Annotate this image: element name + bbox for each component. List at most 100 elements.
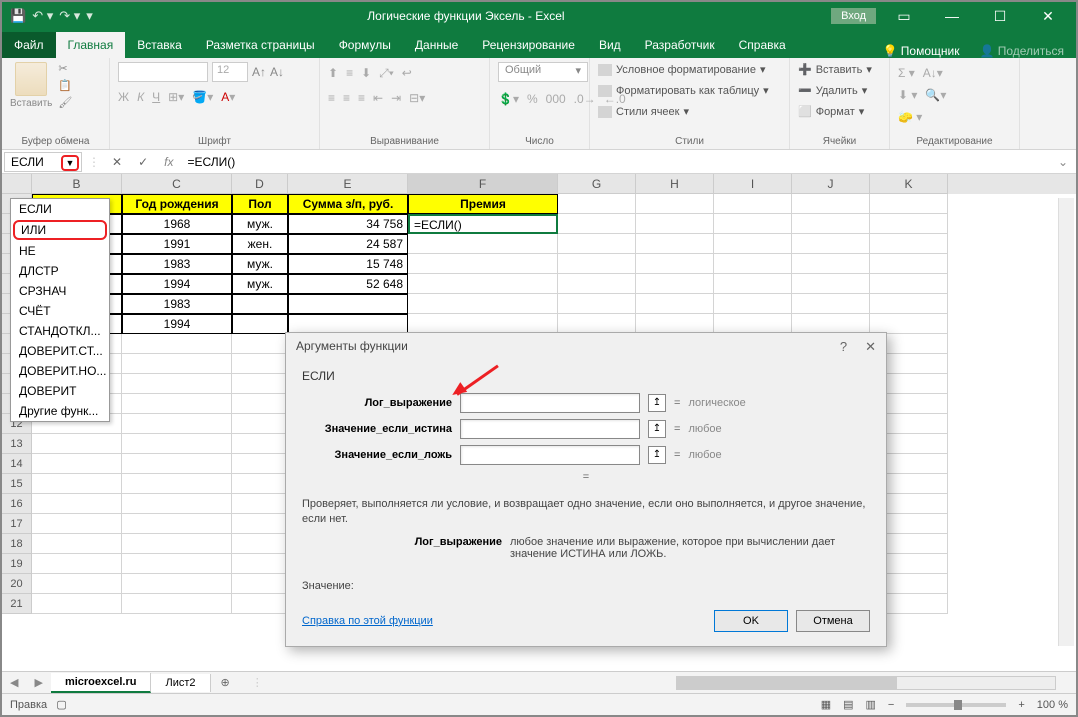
cell[interactable]: [288, 294, 408, 314]
dialog-help-icon[interactable]: ?: [840, 339, 847, 355]
row-header[interactable]: 20: [2, 574, 32, 594]
row-header[interactable]: 16: [2, 494, 32, 514]
cell[interactable]: [408, 294, 558, 314]
zoom-in-icon[interactable]: +: [1018, 699, 1024, 711]
cell[interactable]: [792, 234, 870, 254]
cell[interactable]: [232, 534, 288, 554]
cell[interactable]: [636, 294, 714, 314]
format-as-table-button[interactable]: Форматировать как таблицу ▾: [598, 83, 769, 98]
find-select-icon[interactable]: 🔍▾: [925, 88, 946, 102]
tab-view[interactable]: Вид: [587, 32, 633, 58]
func-item[interactable]: НЕ: [11, 241, 109, 261]
expand-formula-bar-icon[interactable]: ⌄: [1050, 155, 1076, 169]
cell[interactable]: [714, 234, 792, 254]
cell[interactable]: [714, 214, 792, 234]
delete-cells-button[interactable]: ➖ Удалить ▾: [798, 83, 867, 98]
cell[interactable]: [122, 334, 232, 354]
cell[interactable]: [558, 194, 636, 214]
cell[interactable]: [870, 194, 948, 214]
cell[interactable]: [232, 494, 288, 514]
cell[interactable]: [870, 274, 948, 294]
bold-icon[interactable]: Ж: [118, 90, 129, 104]
font-size-combo[interactable]: 12: [212, 62, 248, 82]
sheet-tab-1[interactable]: microexcel.ru: [51, 673, 152, 693]
percent-icon[interactable]: %: [527, 92, 538, 106]
cell[interactable]: муж.: [232, 254, 288, 274]
cell[interactable]: [32, 434, 122, 454]
cell[interactable]: [122, 414, 232, 434]
cell[interactable]: [32, 474, 122, 494]
border-icon[interactable]: ⊞▾: [168, 90, 184, 104]
row-header[interactable]: 17: [2, 514, 32, 534]
cell[interactable]: [232, 294, 288, 314]
cell[interactable]: 1968: [122, 214, 232, 234]
cell[interactable]: [870, 314, 948, 334]
cell[interactable]: [122, 594, 232, 614]
indent-dec-icon[interactable]: ⇤: [373, 91, 383, 105]
cell[interactable]: [232, 594, 288, 614]
cell[interactable]: =ЕСЛИ(): [408, 214, 558, 234]
cell[interactable]: [122, 534, 232, 554]
maximize-icon[interactable]: ☐: [980, 8, 1020, 25]
cell[interactable]: жен.: [232, 234, 288, 254]
cell[interactable]: [32, 514, 122, 534]
shrink-font-icon[interactable]: A↓: [270, 65, 284, 79]
func-item[interactable]: СТАНДОТКЛ...: [11, 321, 109, 341]
column-header[interactable]: F: [408, 174, 558, 194]
add-sheet-icon[interactable]: ⊕: [211, 676, 240, 689]
align-mid-icon[interactable]: ≡: [346, 66, 353, 81]
cell[interactable]: 24 587: [288, 234, 408, 254]
cell[interactable]: [122, 574, 232, 594]
cell[interactable]: [714, 314, 792, 334]
cell[interactable]: 1983: [122, 254, 232, 274]
tab-developer[interactable]: Разработчик: [633, 32, 727, 58]
fill-icon[interactable]: ⬇ ▾: [898, 88, 917, 102]
cell[interactable]: 52 648: [288, 274, 408, 294]
cancel-formula-icon[interactable]: ✕: [104, 155, 130, 169]
cell[interactable]: [122, 434, 232, 454]
cell[interactable]: 34 758: [288, 214, 408, 234]
cell[interactable]: [122, 394, 232, 414]
func-item[interactable]: СРЗНАЧ: [11, 281, 109, 301]
column-header[interactable]: G: [558, 174, 636, 194]
column-header[interactable]: K: [870, 174, 948, 194]
func-item[interactable]: ДОВЕРИТ: [11, 381, 109, 401]
cell[interactable]: [558, 254, 636, 274]
cell[interactable]: [232, 394, 288, 414]
cell[interactable]: Премия: [408, 194, 558, 214]
cell[interactable]: [636, 314, 714, 334]
cell[interactable]: [714, 194, 792, 214]
format-painter-icon[interactable]: 🖌: [58, 96, 72, 109]
sheet-nav-prev-icon[interactable]: ◀: [2, 676, 26, 689]
align-right-icon[interactable]: ≡: [358, 91, 365, 105]
zoom-slider[interactable]: [906, 703, 1006, 707]
cell[interactable]: [232, 554, 288, 574]
sheet-tab-2[interactable]: Лист2: [151, 674, 210, 692]
cell[interactable]: [122, 554, 232, 574]
cell[interactable]: [558, 314, 636, 334]
cell[interactable]: 1983: [122, 294, 232, 314]
row-header[interactable]: 18: [2, 534, 32, 554]
redo-icon[interactable]: ↷ ▾: [59, 8, 80, 24]
conditional-formatting-button[interactable]: Условное форматирование ▾: [598, 62, 765, 77]
func-item-highlighted[interactable]: ИЛИ: [13, 220, 107, 240]
italic-icon[interactable]: К: [137, 90, 144, 104]
align-bot-icon[interactable]: ⬇: [361, 66, 371, 81]
macro-record-icon[interactable]: ▢: [56, 699, 66, 711]
cell[interactable]: [792, 194, 870, 214]
undo-icon[interactable]: ↶ ▾: [32, 8, 53, 24]
cell[interactable]: [232, 474, 288, 494]
cut-icon[interactable]: ✂: [58, 62, 72, 75]
arg2-input[interactable]: [460, 419, 640, 439]
qat-more-icon[interactable]: ▾: [86, 8, 93, 24]
cell[interactable]: [792, 254, 870, 274]
enter-formula-icon[interactable]: ✓: [130, 155, 156, 169]
cell[interactable]: [288, 314, 408, 334]
cell[interactable]: [558, 234, 636, 254]
cell[interactable]: [714, 274, 792, 294]
column-header[interactable]: D: [232, 174, 288, 194]
cell[interactable]: [870, 214, 948, 234]
arg1-range-picker-icon[interactable]: ↥: [648, 394, 666, 412]
tab-home[interactable]: Главная: [56, 32, 126, 58]
font-name-combo[interactable]: [118, 62, 208, 82]
